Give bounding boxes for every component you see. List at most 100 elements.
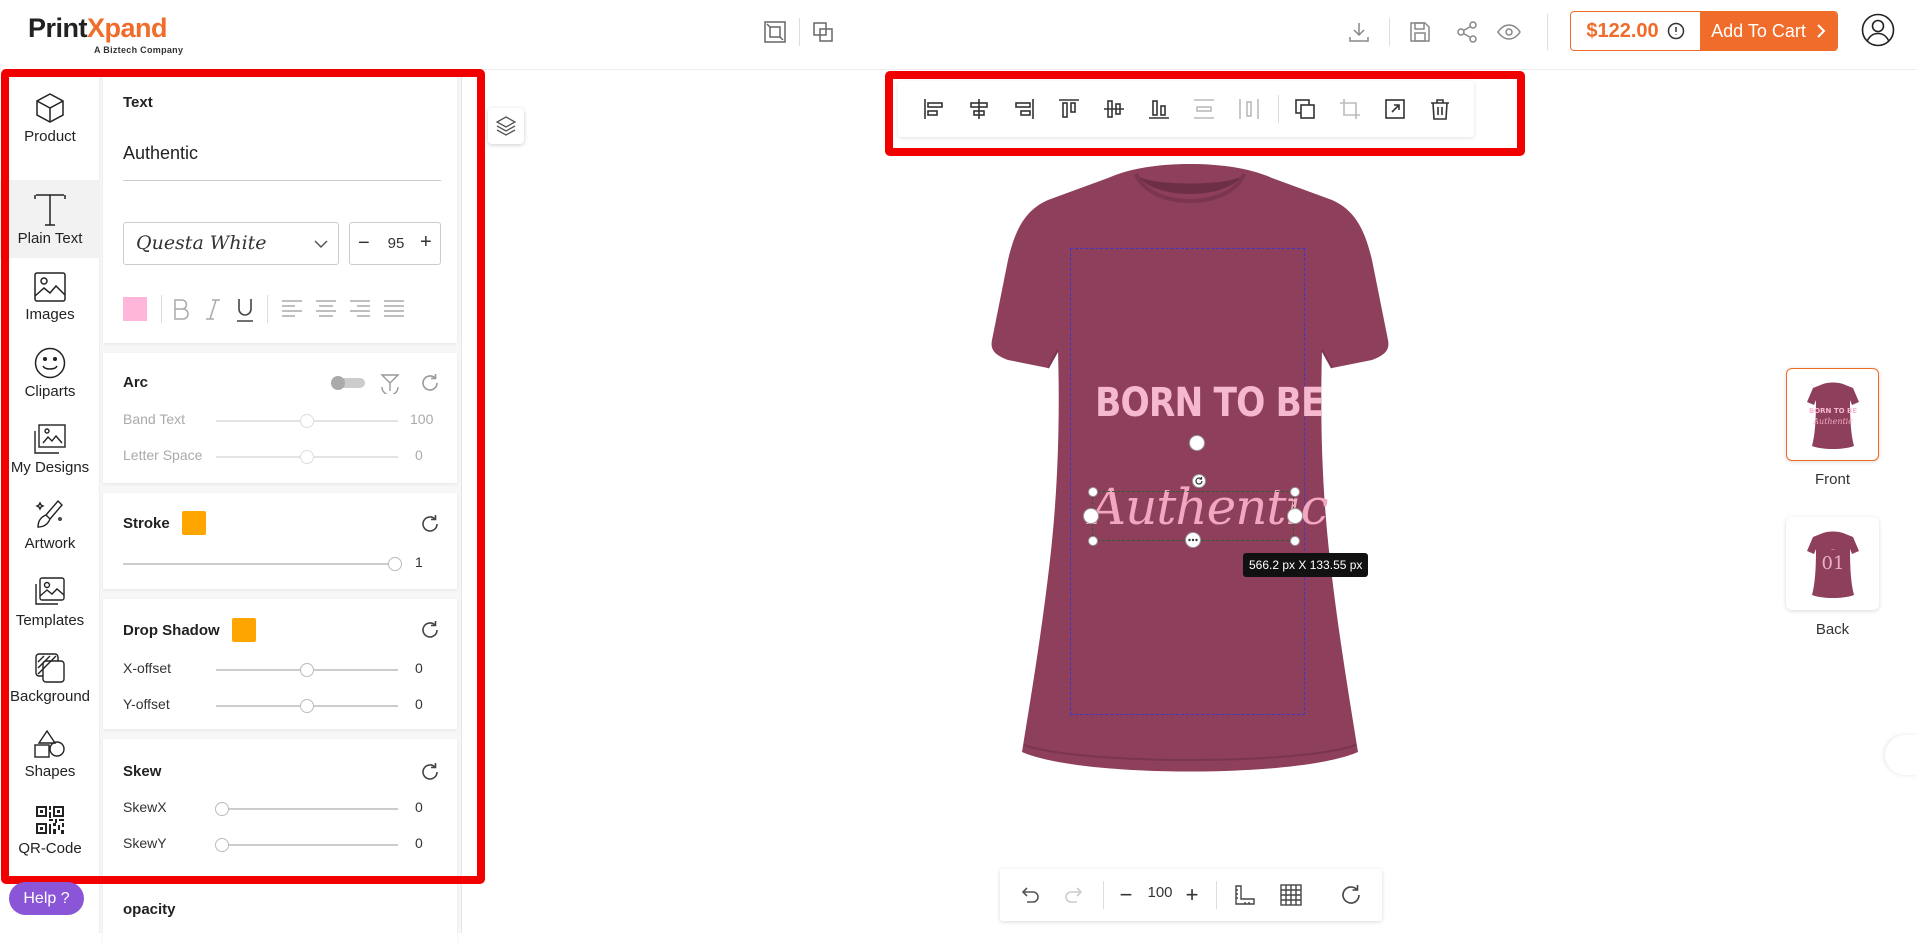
price-value: $122.00 (1586, 19, 1659, 42)
design-text-born-to-be[interactable]: BORN TO BE (1095, 380, 1324, 426)
align-bottom-edge-icon[interactable] (1143, 93, 1175, 125)
arc-toggle[interactable] (331, 376, 365, 390)
font-size-decrease-button[interactable]: − (358, 233, 374, 253)
move-handle[interactable] (1189, 435, 1205, 451)
reset-rotate-icon[interactable] (1335, 879, 1367, 911)
download-icon[interactable] (1344, 17, 1374, 47)
arc-reset-icon[interactable] (419, 372, 443, 396)
resize-handle-bottom-right[interactable] (1290, 536, 1300, 546)
align-center-icon[interactable] (315, 299, 337, 319)
align-right-icon[interactable] (349, 299, 371, 319)
drop-shadow-color-swatch[interactable] (232, 618, 256, 642)
x-offset-slider[interactable] (216, 663, 398, 677)
text-content-input[interactable]: Authentic (123, 143, 441, 181)
help-label: Help ? (23, 889, 70, 907)
sidebar-item-label: Images (25, 305, 75, 323)
crop-icon[interactable] (1334, 93, 1366, 125)
align-horizontal-center-icon[interactable] (963, 93, 995, 125)
sidebar-item-templates[interactable]: Templates (0, 565, 100, 639)
sidebar-item-qr-code[interactable]: QR-Code (0, 793, 100, 867)
side-drawer-tab[interactable] (1885, 735, 1917, 775)
view-thumb-back[interactable]: ~01 (1786, 517, 1879, 610)
canvas-bottom-toolbar: − 100 + (1000, 869, 1382, 921)
align-left-edge-icon[interactable] (918, 93, 950, 125)
drop-shadow-reset-icon[interactable] (419, 619, 443, 643)
skew-x-slider[interactable] (215, 802, 398, 816)
zoom-out-button[interactable]: − (1110, 879, 1142, 911)
help-button[interactable]: Help ? (9, 882, 84, 915)
band-text-value: 100 (410, 411, 434, 427)
italic-icon[interactable] (203, 297, 223, 321)
resize-handle-right[interactable] (1287, 508, 1303, 524)
arrange-icon[interactable] (808, 17, 838, 47)
resize-handle-left[interactable] (1083, 508, 1099, 524)
band-text-slider[interactable] (216, 414, 398, 428)
sidebar-item-artwork[interactable]: Artwork (0, 488, 100, 562)
back-thumb-number: 01 (1821, 553, 1844, 574)
bold-icon[interactable] (171, 297, 191, 321)
grid-icon[interactable] (1275, 879, 1307, 911)
view-thumb-front[interactable]: BORN TO BE Authentic (1786, 368, 1879, 461)
resize-handle-bottom-left[interactable] (1088, 536, 1098, 546)
align-right-edge-icon[interactable] (1008, 93, 1040, 125)
distribute-horizontal-icon[interactable] (1233, 93, 1265, 125)
fit-view-icon[interactable] (760, 17, 790, 47)
distribute-vertical-icon[interactable] (1188, 93, 1220, 125)
zoom-in-button[interactable]: + (1176, 879, 1208, 911)
align-top-edge-icon[interactable] (1053, 93, 1085, 125)
sidebar-item-shapes[interactable]: Shapes (0, 717, 100, 791)
delete-trash-icon[interactable] (1424, 93, 1456, 125)
add-to-cart-button[interactable]: Add To Cart (1700, 12, 1837, 50)
resize-handle-top-right[interactable] (1290, 487, 1300, 497)
qr-code-icon (34, 804, 66, 836)
stroke-card: Stroke 1 (103, 493, 457, 589)
resize-fit-icon[interactable] (1379, 93, 1411, 125)
preview-eye-icon[interactable] (1494, 17, 1524, 47)
ruler-icon[interactable] (1228, 879, 1260, 911)
text-section-title: Text (123, 94, 153, 111)
redo-icon[interactable] (1058, 879, 1090, 911)
cube-icon (34, 92, 66, 124)
user-avatar-icon[interactable] (1860, 12, 1896, 48)
svg-text:BORN TO BE: BORN TO BE (1808, 407, 1856, 415)
stroke-color-swatch[interactable] (182, 511, 206, 535)
layers-button[interactable] (488, 108, 524, 144)
tool-sidebar: Product Plain Text Images Cliparts My De… (0, 71, 100, 933)
align-justify-icon[interactable] (383, 299, 405, 319)
skew-y-label: SkewY (123, 835, 167, 851)
font-family-select[interactable]: Questa White (123, 222, 339, 265)
undo-icon[interactable] (1014, 879, 1046, 911)
align-vertical-center-icon[interactable] (1098, 93, 1130, 125)
sidebar-item-images[interactable]: Images (0, 260, 100, 334)
sidebar-item-product[interactable]: Product (0, 81, 100, 155)
text-color-swatch[interactable] (123, 297, 147, 321)
sidebar-item-my-designs[interactable]: My Designs (0, 412, 100, 486)
background-icon (34, 652, 66, 684)
rotate-handle[interactable] (1192, 474, 1206, 488)
sidebar-item-plain-text[interactable]: Plain Text (0, 180, 100, 258)
duplicate-icon[interactable] (1289, 93, 1321, 125)
skew-y-slider[interactable] (215, 838, 398, 852)
arc-section-title: Arc (123, 374, 149, 391)
more-options-handle[interactable] (1185, 532, 1201, 548)
save-icon[interactable] (1405, 17, 1435, 47)
underline-icon[interactable] (235, 297, 255, 323)
letter-space-slider[interactable] (216, 450, 398, 464)
y-offset-slider[interactable] (216, 699, 398, 713)
artwork-icon (34, 499, 66, 531)
sidebar-item-cliparts[interactable]: Cliparts (0, 336, 100, 410)
sidebar-item-background[interactable]: Background (0, 641, 100, 715)
stroke-width-slider[interactable] (123, 557, 402, 571)
font-size-value[interactable]: 95 (376, 235, 416, 252)
share-icon[interactable] (1452, 17, 1482, 47)
align-left-icon[interactable] (281, 299, 303, 319)
y-offset-value: 0 (415, 696, 423, 712)
stroke-reset-icon[interactable] (419, 513, 443, 537)
price-info-icon[interactable] (1667, 22, 1685, 40)
skew-reset-icon[interactable] (419, 761, 443, 785)
logo[interactable]: PrintXpand A Biztech Company (28, 12, 198, 58)
templates-icon (34, 576, 66, 608)
resize-handle-top-left[interactable] (1088, 487, 1098, 497)
font-size-increase-button[interactable]: + (420, 232, 436, 252)
arc-flip-icon[interactable] (379, 372, 401, 394)
